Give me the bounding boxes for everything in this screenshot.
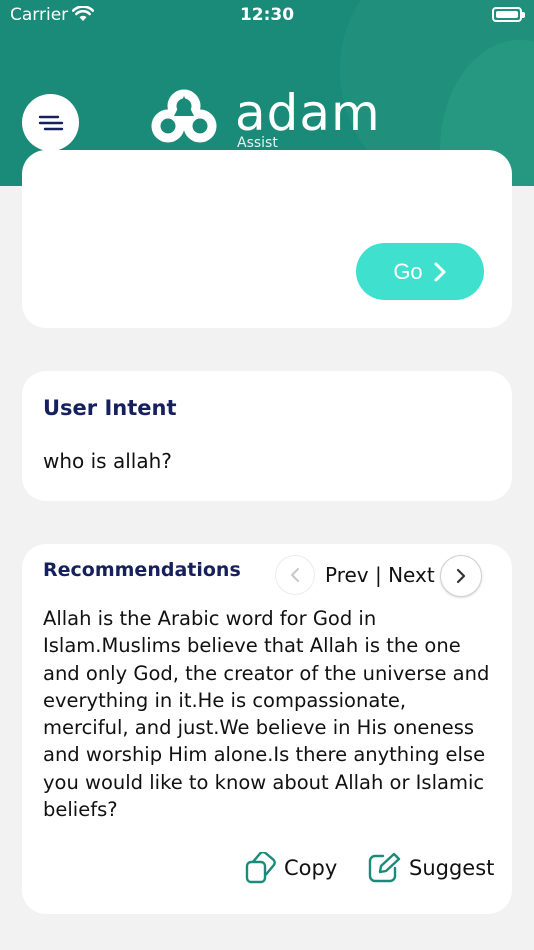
copy-icon — [245, 852, 276, 884]
chevron-right-icon — [456, 568, 466, 584]
user-intent-text: who is allah? — [43, 449, 172, 473]
go-label: Go — [393, 258, 423, 284]
adam-logo-icon — [151, 89, 217, 143]
brand-name: adam — [235, 84, 381, 142]
chevron-right-icon — [434, 262, 446, 281]
recommendation-text: Allah is the Arabic word for God in Isla… — [43, 607, 490, 822]
status-time: 12:30 — [239, 5, 295, 25]
go-button[interactable]: Go — [356, 243, 484, 300]
user-intent-title: User Intent — [43, 396, 177, 420]
pager-label: Prev | Next — [325, 563, 435, 587]
suggest-button[interactable]: Suggest — [367, 850, 494, 886]
battery-icon — [492, 7, 525, 22]
user-intent-card: User Intent who is allah? — [22, 371, 512, 501]
next-button[interactable] — [440, 555, 482, 597]
status-bar: Carrier 12:30 — [0, 0, 534, 34]
suggest-label: Suggest — [409, 856, 495, 880]
chevron-left-icon — [291, 568, 299, 582]
menu-lines-icon — [38, 115, 63, 130]
menu-button[interactable] — [22, 94, 79, 151]
copy-label: Copy — [284, 856, 338, 880]
edit-icon — [368, 852, 401, 883]
prev-button[interactable] — [275, 555, 315, 595]
query-input-card: Go — [22, 150, 512, 328]
copy-button[interactable]: Copy — [244, 850, 337, 886]
brand-subtitle: Assist — [237, 135, 278, 151]
recommendations-card: Recommendations Prev | Next Allah is the… — [22, 544, 512, 914]
recommendations-title: Recommendations — [43, 559, 241, 581]
